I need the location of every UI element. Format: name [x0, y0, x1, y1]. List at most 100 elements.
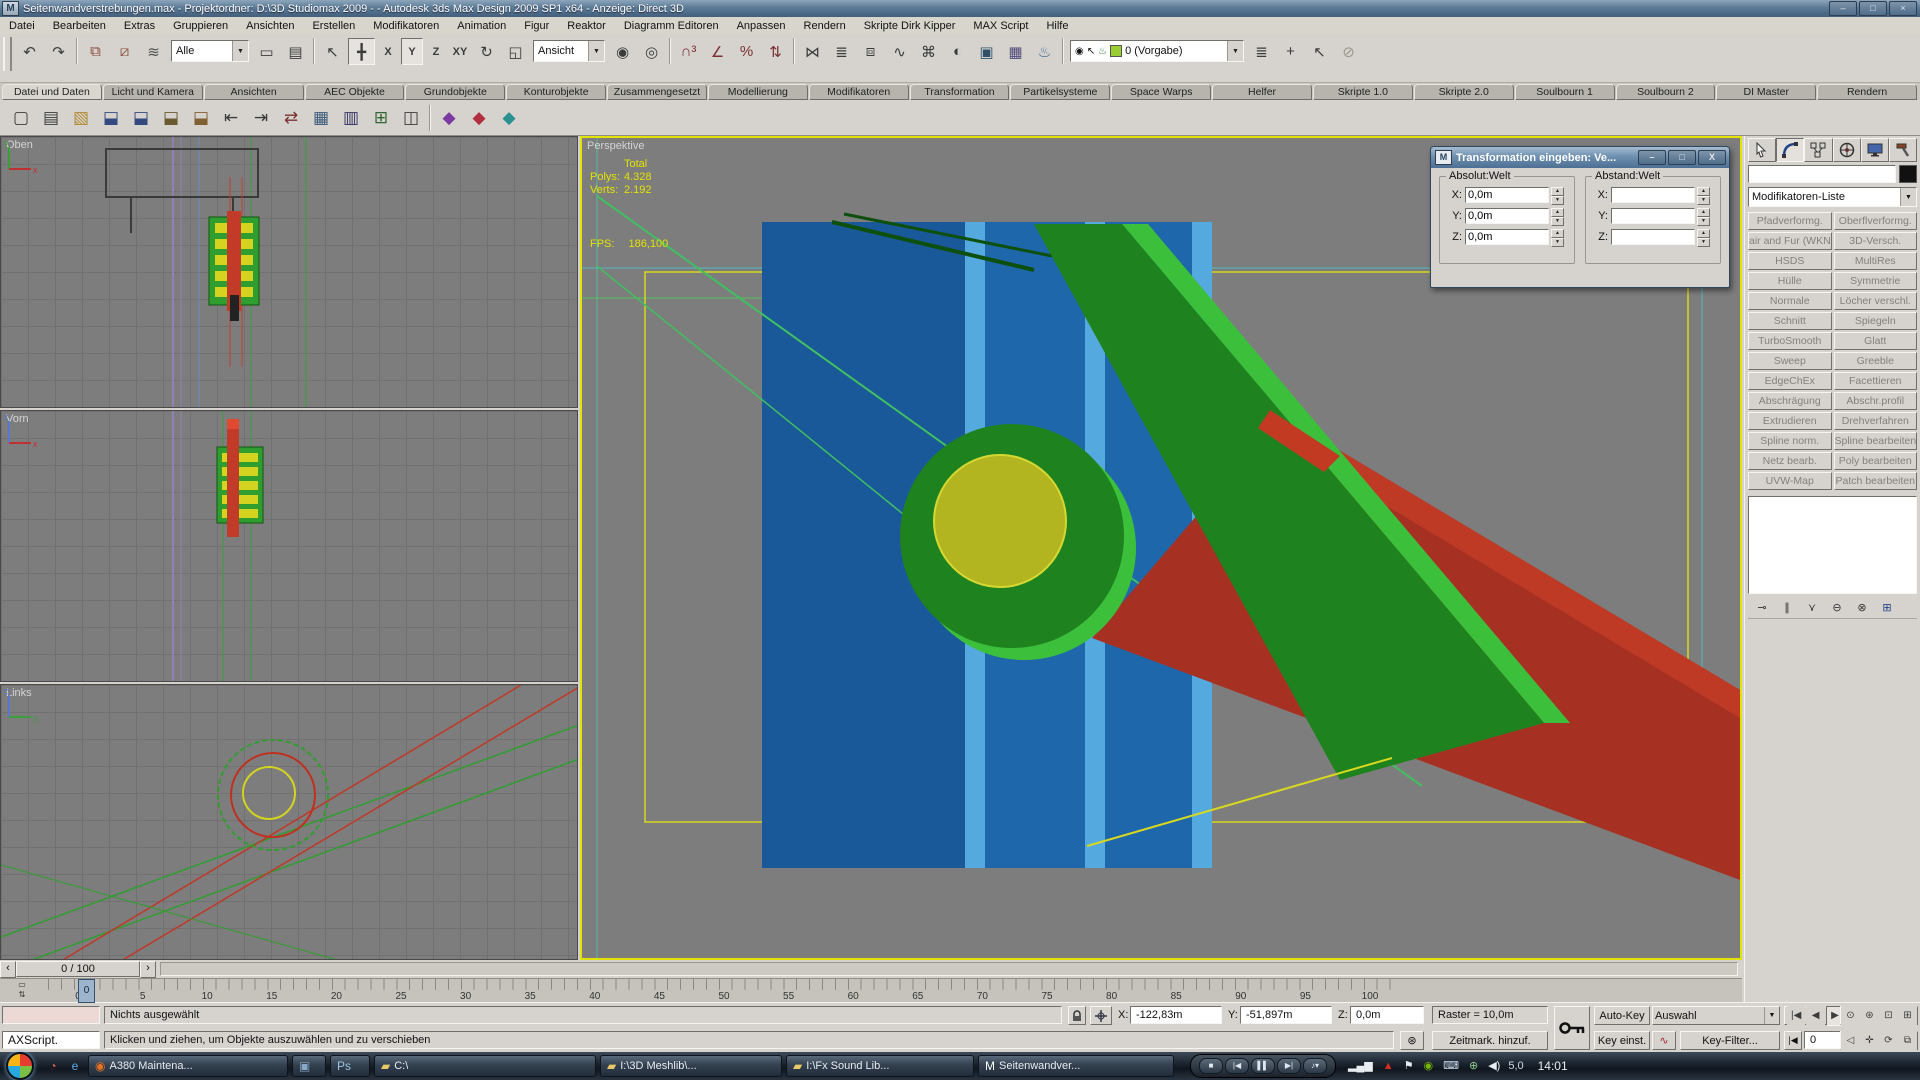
coord-y-field[interactable]: -51,897m: [1240, 1006, 1332, 1024]
tab-motion[interactable]: [1833, 138, 1861, 162]
menu-item-max-script[interactable]: MAX Script: [964, 19, 1037, 33]
rendered-frame-icon[interactable]: ▦: [1002, 38, 1029, 65]
pin-stack-icon[interactable]: ⊸: [1752, 599, 1772, 617]
zoom-extents-all-icon[interactable]: ⊞: [1898, 1006, 1917, 1026]
align-icon[interactable]: ≣: [828, 38, 855, 65]
gem-purple-icon[interactable]: ◆: [435, 104, 463, 132]
open-file-icon[interactable]: ▤: [37, 104, 65, 132]
shelf-tab-zusammengesetzt[interactable]: Zusammengesetzt: [607, 84, 707, 100]
undo-icon[interactable]: ↶: [16, 38, 43, 65]
key-filter-button[interactable]: Key-Filter...: [1680, 1031, 1780, 1050]
select-move-icon[interactable]: ╋: [348, 38, 375, 65]
dialog-maximize-button[interactable]: □: [1668, 150, 1696, 165]
selection-region-icon[interactable]: ▭: [253, 38, 280, 65]
trackview-mini-icons[interactable]: ▭⇅: [4, 980, 40, 1000]
reference-coordsys-dropdown[interactable]: Ansicht ▼: [533, 40, 605, 62]
modifier-button-pfadverformg[interactable]: Pfadverformg.: [1748, 212, 1832, 230]
orbit-icon[interactable]: ⟳: [1879, 1031, 1898, 1051]
offset-y-spinner[interactable]: ▲▼: [1697, 208, 1710, 224]
modifier-button-löcher-verschl[interactable]: Löcher verschl.: [1834, 292, 1918, 310]
select-link-icon[interactable]: ⧉: [82, 38, 109, 65]
modifier-list-dropdown[interactable]: Modifikatoren-Liste ▼: [1748, 187, 1917, 207]
go-to-start-button2[interactable]: |◀: [1784, 1031, 1802, 1050]
task-firefox[interactable]: ◉A380 Maintena...: [88, 1055, 288, 1077]
coord-x-field[interactable]: -122,83m: [1130, 1006, 1222, 1024]
save-file-icon[interactable]: ⬓: [97, 104, 125, 132]
modifier-button-glatt[interactable]: Glatt: [1834, 332, 1918, 350]
offset-x-field[interactable]: [1611, 187, 1695, 203]
show-end-result-icon[interactable]: ⋎: [1802, 599, 1822, 617]
start-button[interactable]: [6, 1052, 34, 1080]
modifier-button-sweep[interactable]: Sweep: [1748, 352, 1832, 370]
media-volume-button[interactable]: ♪▾: [1303, 1058, 1327, 1074]
set-keys-button[interactable]: Key einst.: [1594, 1031, 1650, 1050]
viewport-top[interactable]: Oben y x: [0, 136, 578, 408]
xref-icon[interactable]: ⇄: [277, 104, 305, 132]
tab-utilities[interactable]: [1889, 138, 1917, 162]
task-app[interactable]: ▣: [292, 1055, 326, 1077]
modifier-button-netz-bearb[interactable]: Netz bearb.: [1748, 452, 1832, 470]
shelf-tab-soulbourn-2[interactable]: Soulbourn 2: [1616, 84, 1716, 100]
modifier-button-poly-bearbeiten[interactable]: Poly bearbeiten: [1834, 452, 1918, 470]
tray-flag-icon[interactable]: ⚑: [1404, 1057, 1414, 1075]
abs-z-spinner[interactable]: ▲▼: [1551, 229, 1564, 245]
create-layer-icon[interactable]: +: [1277, 38, 1304, 65]
shelf-tab-skripte-2-0[interactable]: Skripte 2.0: [1414, 84, 1514, 100]
modifier-button-spline-norm[interactable]: Spline norm.: [1748, 432, 1832, 450]
menu-item-reaktor[interactable]: Reaktor: [558, 19, 615, 33]
use-pivot-center-icon[interactable]: ◉: [609, 38, 636, 65]
selection-set-dropdown[interactable]: Auswahl ▼: [1652, 1006, 1780, 1025]
shelf-tab-helfer[interactable]: Helfer: [1212, 84, 1312, 100]
modifier-button-abschrägung[interactable]: Abschrägung: [1748, 392, 1832, 410]
modifier-button-hsds[interactable]: HSDS: [1748, 252, 1832, 270]
modifier-button-3d-versch[interactable]: 3D-Versch.: [1834, 232, 1918, 250]
task-folder-fxsound[interactable]: ▰I:\Fx Sound Lib...: [786, 1055, 974, 1077]
abs-y-spinner[interactable]: ▲▼: [1551, 208, 1564, 224]
layer-dropdown[interactable]: ◉↖♨ 0 (Vorgabe) ▼: [1070, 40, 1244, 62]
media-previous-button[interactable]: |◀: [1225, 1058, 1249, 1074]
tab-hierarchy[interactable]: [1804, 138, 1832, 162]
menu-item-rendern[interactable]: Rendern: [795, 19, 855, 33]
material-editor-icon[interactable]: ◐: [944, 38, 971, 65]
modifier-button-patch-bearbeiten[interactable]: Patch bearbeiten: [1834, 472, 1918, 490]
modifier-button-facettieren[interactable]: Facettieren: [1834, 372, 1918, 390]
modifier-button-drehverfahren[interactable]: Drehverfahren: [1834, 412, 1918, 430]
modifier-stack-list[interactable]: [1748, 496, 1917, 594]
track-bar-strip[interactable]: [160, 962, 1738, 976]
previous-frame-button[interactable]: ◀: [1806, 1006, 1824, 1026]
modifier-button-spiegeln[interactable]: Spiegeln: [1834, 312, 1918, 330]
menu-item-anpassen[interactable]: Anpassen: [728, 19, 795, 33]
axis-constraint-button-xy[interactable]: XY: [449, 38, 471, 65]
toolbar-grip[interactable]: [3, 37, 12, 71]
modifier-button-schnitt[interactable]: Schnitt: [1748, 312, 1832, 330]
shelf-tab-soulbourn-1[interactable]: Soulbourn 1: [1515, 84, 1615, 100]
angle-snap-icon[interactable]: ∠: [704, 38, 731, 65]
close-button[interactable]: ×: [1889, 1, 1917, 16]
fov-icon[interactable]: ◁: [1841, 1031, 1860, 1051]
open-minicurve-icon[interactable]: ▭: [18, 980, 26, 990]
configure-modifier-sets-icon[interactable]: ⊞: [1877, 599, 1897, 617]
shelf-tab-di-master[interactable]: DI Master: [1716, 84, 1816, 100]
shelf-tab-transformation[interactable]: Transformation: [910, 84, 1010, 100]
tab-create[interactable]: [1748, 138, 1776, 162]
menu-item-gruppieren[interactable]: Gruppieren: [164, 19, 237, 33]
offset-z-field[interactable]: [1611, 229, 1695, 245]
zoom-extents-icon[interactable]: ⊡: [1879, 1006, 1898, 1026]
tab-display[interactable]: [1861, 138, 1889, 162]
abs-x-field[interactable]: [1465, 187, 1549, 203]
object-color-swatch[interactable]: [1899, 165, 1917, 183]
menu-item-figur[interactable]: Figur: [515, 19, 558, 33]
export-icon[interactable]: ⇥: [247, 104, 275, 132]
shelf-tab-skripte-1-0[interactable]: Skripte 1.0: [1313, 84, 1413, 100]
modifier-button-multires[interactable]: MultiRes: [1834, 252, 1918, 270]
axis-constraint-button-z[interactable]: Z: [425, 38, 447, 65]
task-3dsmax[interactable]: MSeitenwandver...: [978, 1055, 1174, 1077]
tray-input-icon[interactable]: ⌨: [1443, 1057, 1459, 1075]
auto-key-button[interactable]: Auto-Key: [1594, 1006, 1650, 1025]
shelf-tab-partikelsysteme[interactable]: Partikelsysteme: [1010, 84, 1110, 100]
maximize-button[interactable]: □: [1859, 1, 1887, 16]
shelf-tab-datei-und-daten[interactable]: Datei und Daten: [2, 84, 102, 100]
bind-spacewarp-icon[interactable]: ≋: [140, 38, 167, 65]
unlink-icon[interactable]: ⧄: [111, 38, 138, 65]
lock-stack-icon[interactable]: ∥: [1777, 599, 1797, 617]
